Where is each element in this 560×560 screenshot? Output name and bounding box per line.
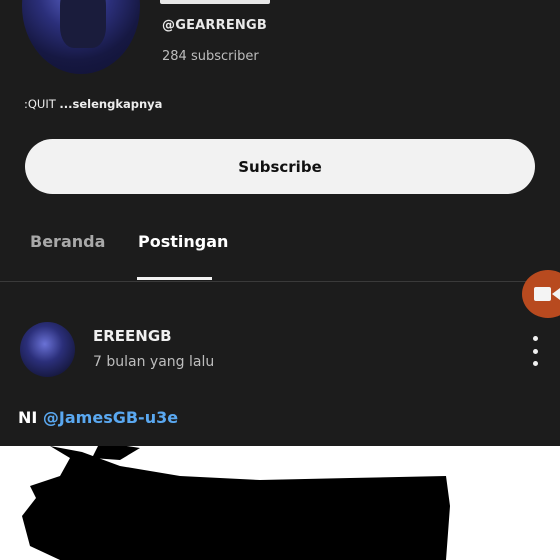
channel-avatar[interactable]	[22, 0, 140, 74]
tab-divider	[0, 281, 560, 282]
menu-dot	[532, 336, 538, 341]
post-text-prefix: NI	[18, 408, 38, 427]
more-vertical-icon[interactable]	[525, 336, 545, 366]
post-image-silhouette	[22, 446, 450, 560]
menu-dot	[532, 348, 538, 354]
channel-handle: @GEARRENGB	[162, 18, 267, 33]
subscribe-button[interactable]: Subscribe	[25, 139, 535, 194]
post-author-name[interactable]: EREENGB	[93, 327, 172, 345]
post-author-avatar[interactable]	[20, 322, 75, 377]
tab-beranda[interactable]: Beranda	[30, 232, 105, 251]
channel-name-cropped	[160, 0, 270, 4]
post-text: NI @JamesGB-u3e	[18, 408, 178, 427]
create-video-button[interactable]	[522, 270, 560, 318]
mention-link[interactable]: @JamesGB-u3e	[43, 408, 178, 427]
menu-dot	[532, 361, 538, 366]
post-image[interactable]	[0, 446, 560, 560]
post-timestamp: 7 bulan yang lalu	[93, 354, 215, 370]
channel-description[interactable]: :QUIT ...selengkapnya	[24, 97, 162, 111]
active-tab-indicator	[137, 277, 212, 280]
show-more-link[interactable]: ...selengkapnya	[59, 97, 162, 111]
avatar-figure	[60, 0, 106, 48]
tab-postingan[interactable]: Postingan	[138, 232, 228, 251]
video-camera-icon	[534, 287, 560, 301]
subscriber-count: 284 subscriber	[162, 49, 259, 64]
description-text: :QUIT	[24, 97, 56, 111]
